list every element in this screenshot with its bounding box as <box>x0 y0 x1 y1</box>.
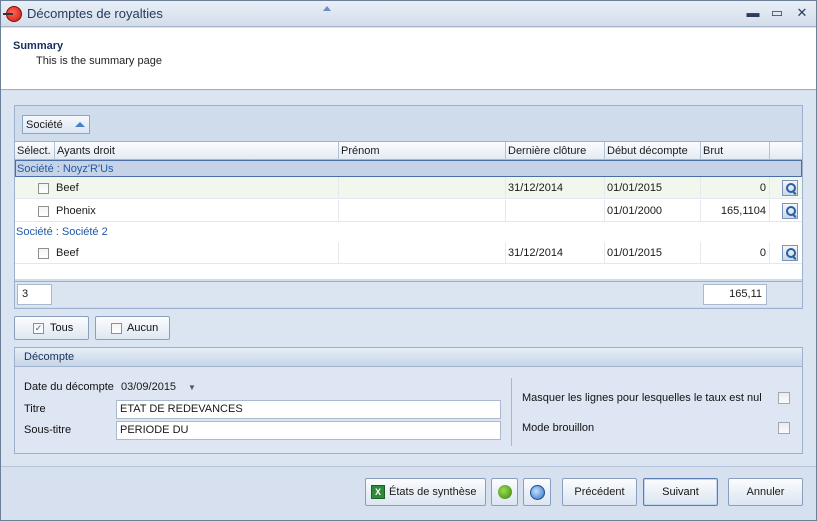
etats-synthese-label: États de synthèse <box>389 486 477 498</box>
select-none-label: Aucun <box>127 322 159 334</box>
select-none-button[interactable]: Aucun <box>95 316 170 340</box>
column-header-debut-decompte[interactable]: Début décompte <box>605 142 701 160</box>
grid-footer: 3 165,11 <box>15 281 802 307</box>
excel-icon: X <box>371 485 385 499</box>
unchecked-icon <box>111 323 122 334</box>
chevron-down-icon[interactable]: ▼ <box>188 379 196 396</box>
cell-ayants-droit: Beef <box>55 177 339 199</box>
column-header-derniere-cloture[interactable]: Dernière clôture <box>506 142 605 160</box>
draft-mode-label: Mode brouillon <box>522 422 595 434</box>
mask-lines-label: Masquer les lignes pour lesquelles le ta… <box>522 392 762 404</box>
group-row[interactable]: Société : Noyz'R'Us <box>15 160 802 177</box>
column-header-select[interactable]: Sélect. <box>15 142 55 160</box>
cell-derniere-cloture <box>506 200 605 222</box>
select-all-button[interactable]: ✓ Tous <box>14 316 89 340</box>
soustitre-input[interactable]: PERIODE DU <box>116 421 501 440</box>
group-by-chip[interactable]: Société <box>22 115 90 134</box>
cell-prenom <box>339 200 506 222</box>
next-button[interactable]: Suivant <box>643 478 718 506</box>
column-header-action <box>770 142 802 160</box>
group-by-label: Société <box>26 119 63 131</box>
row-checkbox[interactable] <box>38 183 49 194</box>
titre-label: Titre <box>24 403 46 415</box>
window-title: Décomptes de royalties <box>27 6 163 21</box>
previous-button[interactable]: Précédent <box>562 478 637 506</box>
titre-input[interactable]: ETAT DE REDEVANCES <box>116 400 501 419</box>
table-row[interactable]: Beef 31/12/2014 01/01/2015 0 <box>15 177 802 199</box>
cell-ayants-droit: Beef <box>55 242 339 264</box>
decompte-title: Décompte <box>24 351 75 363</box>
zoom-detail-icon[interactable] <box>782 180 798 196</box>
maximize-button[interactable]: ▭ <box>766 4 788 22</box>
select-all-label: Tous <box>50 322 74 334</box>
mask-lines-checkbox[interactable] <box>778 392 790 404</box>
cancel-button[interactable]: Annuler <box>728 478 803 506</box>
cell-brut: 165,1104 <box>701 200 770 222</box>
table-row[interactable]: Phoenix 01/01/2000 165,1104 <box>15 200 802 222</box>
date-picker[interactable]: 03/09/2015 ▼ <box>117 378 200 397</box>
divider <box>511 378 512 446</box>
wizard-header: Summary This is the summary page <box>1 28 816 90</box>
row-checkbox[interactable] <box>38 248 49 259</box>
bug-button[interactable] <box>491 478 518 506</box>
cell-derniere-cloture: 31/12/2014 <box>506 177 605 199</box>
zoom-detail-icon[interactable] <box>782 245 798 261</box>
web-button[interactable] <box>523 478 551 506</box>
minimize-button[interactable]: ▬ <box>742 4 764 22</box>
row-checkbox[interactable] <box>38 206 49 217</box>
cell-brut: 0 <box>701 242 770 264</box>
decompte-header <box>15 348 802 367</box>
column-header-brut[interactable]: Brut <box>701 142 770 160</box>
draft-mode-checkbox[interactable] <box>778 422 790 434</box>
close-button[interactable]: ✕ <box>791 4 813 22</box>
table-row[interactable]: Beef 31/12/2014 01/01/2015 0 <box>15 242 802 264</box>
row-count: 3 <box>17 284 52 305</box>
page-subtitle: This is the summary page <box>36 55 162 67</box>
cell-ayants-droit: Phoenix <box>55 200 339 222</box>
sort-ascending-icon <box>75 122 85 127</box>
zoom-detail-icon[interactable] <box>782 203 798 219</box>
globe-icon <box>530 485 545 500</box>
checked-icon: ✓ <box>33 323 44 334</box>
cell-prenom <box>339 242 506 264</box>
group-row[interactable]: Société : Société 2 <box>15 224 802 241</box>
page-title: Summary <box>13 40 64 52</box>
column-header-ayants-droit[interactable]: Ayants droit <box>55 142 339 160</box>
sort-ascending-icon <box>323 6 331 11</box>
etats-synthese-button[interactable]: X États de synthèse <box>365 478 486 506</box>
cell-debut-decompte: 01/01/2015 <box>605 177 701 199</box>
app-icon <box>3 6 22 22</box>
bug-icon <box>498 485 512 499</box>
grid-header: Sélect. Ayants droit Prénom Dernière clô… <box>15 142 802 160</box>
date-value: 03/09/2015 <box>121 381 177 393</box>
cell-debut-decompte: 01/01/2000 <box>605 200 701 222</box>
cell-prenom <box>339 177 506 199</box>
cell-brut: 0 <box>701 177 770 199</box>
column-header-prenom[interactable]: Prénom <box>339 142 506 160</box>
date-label: Date du décompte <box>24 381 114 393</box>
total-brut: 165,11 <box>703 284 767 305</box>
soustitre-label: Sous-titre <box>24 424 72 436</box>
cell-debut-decompte: 01/01/2015 <box>605 242 701 264</box>
cell-derniere-cloture: 31/12/2014 <box>506 242 605 264</box>
